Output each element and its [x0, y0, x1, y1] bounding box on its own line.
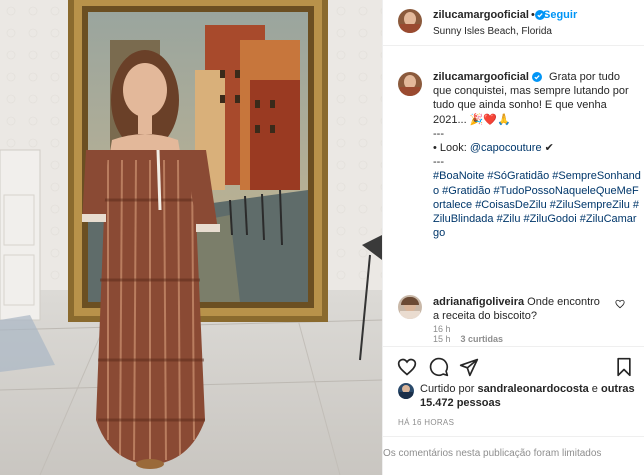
comment-time[interactable]: 15 h — [433, 334, 451, 344]
liker-avatar[interactable] — [398, 383, 414, 399]
hashtags-link[interactable]: #BoaNoite #SóGratidão #SempreSonhando #G… — [433, 170, 641, 239]
liker-username[interactable]: sandraleonardocosta — [477, 383, 588, 395]
post-photo[interactable] — [0, 0, 382, 475]
commenter-avatar[interactable] — [398, 295, 422, 319]
paper-plane-icon[interactable] — [459, 357, 479, 377]
look-prefix: • Look: — [433, 142, 470, 155]
commenter-username[interactable]: adrianafigoliveira — [433, 296, 524, 308]
post-timestamp[interactable]: HÁ 16 HORAS — [398, 418, 454, 427]
action-bar — [383, 346, 644, 386]
author-avatar[interactable] — [398, 9, 422, 33]
comments-limited-text: Os comentários nesta publicação foram li… — [383, 448, 602, 459]
follow-button[interactable]: Seguir — [543, 9, 577, 21]
caption-separator: --- — [433, 127, 444, 140]
photo-illustration — [0, 0, 382, 475]
comments-limited-notice: Os comentários nesta publicação foram li… — [383, 436, 644, 475]
likes-conjunction: e — [588, 383, 601, 395]
post-header: zilucamargooficial • Seguir Sunny Isles … — [383, 0, 644, 46]
caption-separator: --- — [433, 156, 444, 169]
comment-like-icon[interactable] — [615, 299, 625, 309]
likes-prefix: Curtido por — [420, 383, 478, 395]
comment-likes[interactable]: 3 curtidas — [461, 334, 504, 344]
post-location[interactable]: Sunny Isles Beach, Florida — [433, 26, 552, 37]
likes-text: Curtido por sandraleonardocosta e outras… — [420, 382, 642, 410]
comment-meta: 15 h 3 curtidas — [433, 334, 503, 344]
separator-dot: • — [531, 9, 535, 21]
comment-text: adrianafigoliveira Onde encontro a recei… — [433, 295, 609, 323]
author-username-text[interactable]: zilucamargooficial — [433, 9, 529, 21]
bookmark-icon[interactable] — [615, 357, 633, 377]
heart-outline-icon[interactable] — [397, 357, 417, 377]
post-side-panel: zilucamargooficial • Seguir Sunny Isles … — [382, 0, 644, 475]
comment-item: adrianafigoliveira Onde encontro a recei… — [383, 292, 644, 344]
look-check: ✔ — [541, 142, 554, 155]
verified-badge-icon — [531, 72, 542, 82]
caption-author-avatar[interactable] — [398, 72, 422, 96]
instagram-post-view: zilucamargooficial • Seguir Sunny Isles … — [0, 0, 644, 475]
author-username[interactable]: zilucamargooficial — [433, 9, 546, 21]
caption-text: zilucamargooficial Grata por tudo que co… — [433, 70, 641, 240]
caption-username-text[interactable]: zilucamargooficial — [433, 71, 529, 83]
look-mention-link[interactable]: @capocouture — [470, 142, 542, 154]
comment-bubble-icon[interactable] — [429, 357, 449, 377]
caption-username[interactable]: zilucamargooficial — [433, 71, 542, 83]
